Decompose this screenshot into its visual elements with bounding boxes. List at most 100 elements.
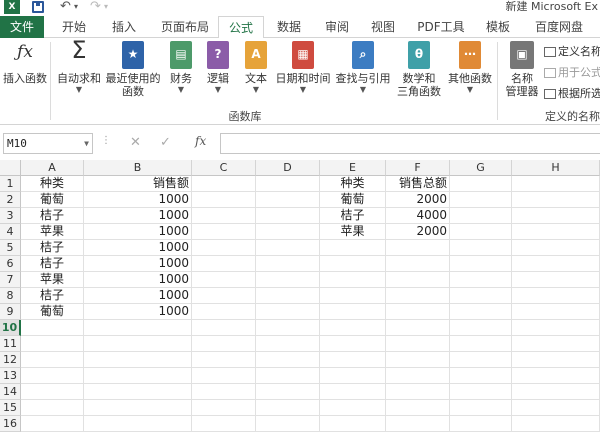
cell-h15[interactable] bbox=[512, 400, 600, 416]
row-header-9[interactable]: 9 bbox=[0, 304, 21, 320]
cell-h11[interactable] bbox=[512, 336, 600, 352]
cell-g8[interactable] bbox=[450, 288, 512, 304]
math-trig-button[interactable]: θ 数学和 三角函数 bbox=[394, 41, 444, 98]
cell-e4[interactable]: 苹果 bbox=[320, 224, 386, 240]
cell-e9[interactable] bbox=[320, 304, 386, 320]
insert-function-fx-icon[interactable]: fx bbox=[195, 134, 206, 148]
cell-h12[interactable] bbox=[512, 352, 600, 368]
name-box[interactable]: M10 ▼ bbox=[3, 133, 93, 154]
cell-h8[interactable] bbox=[512, 288, 600, 304]
cell-a5[interactable]: 桔子 bbox=[21, 240, 84, 256]
cell-f15[interactable] bbox=[386, 400, 450, 416]
select-all-corner[interactable] bbox=[0, 160, 21, 176]
cell-d13[interactable] bbox=[256, 368, 320, 384]
cell-a1[interactable]: 种类 bbox=[21, 176, 84, 192]
cell-f8[interactable] bbox=[386, 288, 450, 304]
row-header-3[interactable]: 3 bbox=[0, 208, 21, 224]
cell-g13[interactable] bbox=[450, 368, 512, 384]
cell-e6[interactable] bbox=[320, 256, 386, 272]
cell-d9[interactable] bbox=[256, 304, 320, 320]
row-header-8[interactable]: 8 bbox=[0, 288, 21, 304]
cell-a3[interactable]: 桔子 bbox=[21, 208, 84, 224]
cell-g3[interactable] bbox=[450, 208, 512, 224]
cell-g6[interactable] bbox=[450, 256, 512, 272]
cell-a6[interactable]: 桔子 bbox=[21, 256, 84, 272]
cell-f1[interactable]: 销售总额 bbox=[386, 176, 450, 192]
cell-e11[interactable] bbox=[320, 336, 386, 352]
cell-d2[interactable] bbox=[256, 192, 320, 208]
cell-c10[interactable] bbox=[192, 320, 256, 336]
more-functions-button[interactable]: ⋯ 其他函数 ▼ bbox=[446, 41, 494, 95]
tab-file[interactable]: 文件 bbox=[0, 16, 44, 38]
cell-a7[interactable]: 苹果 bbox=[21, 272, 84, 288]
cell-h5[interactable] bbox=[512, 240, 600, 256]
row-header-15[interactable]: 15 bbox=[0, 400, 21, 416]
row-header-7[interactable]: 7 bbox=[0, 272, 21, 288]
cell-h7[interactable] bbox=[512, 272, 600, 288]
cell-c2[interactable] bbox=[192, 192, 256, 208]
cell-c5[interactable] bbox=[192, 240, 256, 256]
logical-button[interactable]: ? 逻辑 ▼ bbox=[204, 41, 232, 95]
cell-g16[interactable] bbox=[450, 416, 512, 432]
cell-e15[interactable] bbox=[320, 400, 386, 416]
column-header-e[interactable]: E bbox=[320, 160, 386, 176]
cell-c14[interactable] bbox=[192, 384, 256, 400]
cell-c7[interactable] bbox=[192, 272, 256, 288]
cell-h4[interactable] bbox=[512, 224, 600, 240]
cell-e12[interactable] bbox=[320, 352, 386, 368]
cell-e13[interactable] bbox=[320, 368, 386, 384]
cell-c1[interactable] bbox=[192, 176, 256, 192]
cell-b12[interactable] bbox=[84, 352, 192, 368]
cell-e10[interactable] bbox=[320, 320, 386, 336]
insert-function-button[interactable]: ƒx 插入函数 bbox=[2, 41, 48, 86]
cell-d4[interactable] bbox=[256, 224, 320, 240]
cell-e2[interactable]: 葡萄 bbox=[320, 192, 386, 208]
cell-b2[interactable]: 1000 bbox=[84, 192, 192, 208]
cell-f3[interactable]: 4000 bbox=[386, 208, 450, 224]
cell-e3[interactable]: 桔子 bbox=[320, 208, 386, 224]
tab-insert[interactable]: 插入 bbox=[102, 16, 146, 38]
cell-g10[interactable] bbox=[450, 320, 512, 336]
cell-g15[interactable] bbox=[450, 400, 512, 416]
cell-f2[interactable]: 2000 bbox=[386, 192, 450, 208]
cell-b15[interactable] bbox=[84, 400, 192, 416]
cell-a14[interactable] bbox=[21, 384, 84, 400]
cell-a13[interactable] bbox=[21, 368, 84, 384]
check-icon[interactable]: ✓ bbox=[160, 135, 171, 150]
cell-h1[interactable] bbox=[512, 176, 600, 192]
datetime-button[interactable]: ▦ 日期和时间 ▼ bbox=[274, 41, 332, 95]
column-header-d[interactable]: D bbox=[256, 160, 320, 176]
undo-dropdown-icon[interactable]: ▾ bbox=[74, 0, 78, 15]
define-name-button[interactable]: 定义名称 bbox=[544, 43, 600, 59]
column-header-h[interactable]: H bbox=[512, 160, 600, 176]
cell-b13[interactable] bbox=[84, 368, 192, 384]
cell-g11[interactable] bbox=[450, 336, 512, 352]
worksheet-grid[interactable]: A B C D E F G H 1 种类 销售额 种类 销售总额 2 葡萄 1000 葡萄 2000 3 桔子 1000… bbox=[0, 160, 600, 434]
cell-b1[interactable]: 销售额 bbox=[84, 176, 192, 192]
cell-a8[interactable]: 桔子 bbox=[21, 288, 84, 304]
cell-a9[interactable]: 葡萄 bbox=[21, 304, 84, 320]
create-from-selection-button[interactable]: 根据所选 bbox=[544, 85, 600, 101]
cell-e1[interactable]: 种类 bbox=[320, 176, 386, 192]
row-header-14[interactable]: 14 bbox=[0, 384, 21, 400]
cell-b8[interactable]: 1000 bbox=[84, 288, 192, 304]
cell-b5[interactable]: 1000 bbox=[84, 240, 192, 256]
cell-c13[interactable] bbox=[192, 368, 256, 384]
cell-g7[interactable] bbox=[450, 272, 512, 288]
cell-e14[interactable] bbox=[320, 384, 386, 400]
cell-c15[interactable] bbox=[192, 400, 256, 416]
tab-pdf-tools[interactable]: PDF工具 bbox=[413, 16, 469, 38]
cell-b11[interactable] bbox=[84, 336, 192, 352]
row-header-4[interactable]: 4 bbox=[0, 224, 21, 240]
cell-b14[interactable] bbox=[84, 384, 192, 400]
recently-used-button[interactable]: ★ 最近使用的 函数 bbox=[104, 41, 162, 98]
save-icon[interactable] bbox=[32, 1, 44, 13]
cell-d12[interactable] bbox=[256, 352, 320, 368]
cell-f10[interactable] bbox=[386, 320, 450, 336]
cell-f5[interactable] bbox=[386, 240, 450, 256]
autosum-button[interactable]: Σ 自动求和 ▼ bbox=[56, 38, 102, 95]
column-header-b[interactable]: B bbox=[84, 160, 192, 176]
cell-h3[interactable] bbox=[512, 208, 600, 224]
cell-e8[interactable] bbox=[320, 288, 386, 304]
cell-h14[interactable] bbox=[512, 384, 600, 400]
